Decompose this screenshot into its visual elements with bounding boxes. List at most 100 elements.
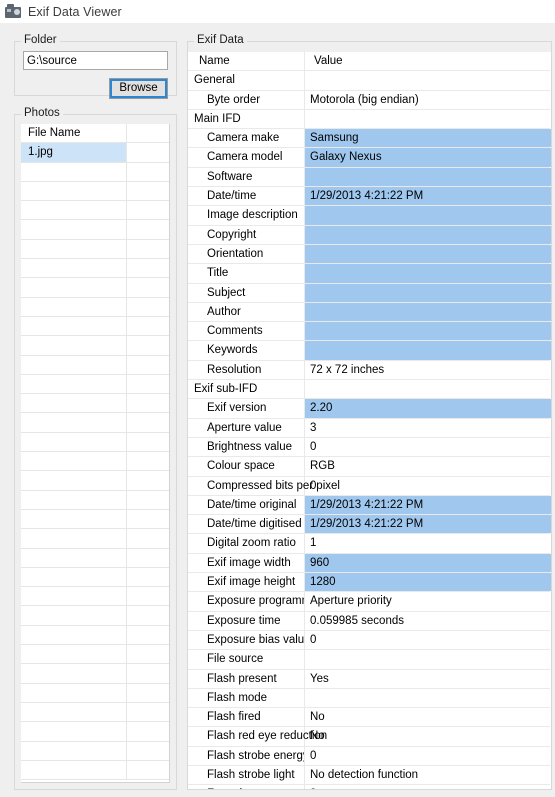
exif-row-name: Comments (188, 322, 305, 341)
photos-empty-row[interactable] (21, 529, 169, 549)
photos-empty-row[interactable] (21, 220, 169, 240)
exif-group-row[interactable]: General (188, 71, 551, 91)
photos-list-item[interactable]: 1.jpg (21, 143, 169, 163)
exif-data-row[interactable]: F number3 (188, 785, 551, 789)
photos-empty-row[interactable] (21, 452, 169, 472)
exif-data-row[interactable]: Keywords (188, 341, 551, 361)
exif-data-row[interactable]: Resolution 72 x 72 inches (188, 360, 551, 381)
photos-empty-row[interactable] (21, 297, 169, 317)
photos-empty-row[interactable] (21, 567, 169, 588)
exif-row-name: Flash strobe light (188, 765, 305, 785)
exif-data-row[interactable]: Exposure time 0.059985 seconds (188, 611, 551, 631)
photos-file-list[interactable]: File Name 1.jpg (21, 124, 170, 783)
exif-data-row[interactable]: Exposure bias value 0 (188, 630, 551, 651)
exif-data-row[interactable]: Title (188, 264, 551, 284)
exif-data-row[interactable]: Exif image height 1280 (188, 573, 551, 593)
photos-name-cell: File Name (21, 124, 127, 143)
photos-group-label: Photos (21, 107, 63, 119)
exif-data-row[interactable]: Brightness value 0 (188, 437, 551, 458)
exif-row-name: Resolution (188, 360, 305, 380)
exif-row-value: 72 x 72 inches (310, 363, 385, 376)
photos-empty-row[interactable] (21, 278, 169, 298)
photos-empty-row[interactable] (21, 760, 169, 781)
photos-empty-row[interactable] (21, 471, 169, 491)
photos-empty-row[interactable] (21, 509, 169, 530)
exif-data-row[interactable]: Flash strobe energy 0 (188, 746, 551, 766)
photos-empty-row[interactable] (21, 336, 169, 356)
exif-data-row[interactable]: Image description (188, 206, 551, 226)
exif-group-row[interactable]: Exif sub-IFD (188, 380, 551, 400)
photos-empty-row[interactable] (21, 413, 169, 433)
photos-name-cell (21, 413, 127, 432)
exif-data-row[interactable]: Byte order Motorola (big endian) (188, 90, 551, 110)
photos-empty-row[interactable] (21, 722, 169, 742)
photos-empty-row[interactable] (21, 606, 169, 626)
photos-empty-row[interactable] (21, 664, 169, 684)
photos-empty-row[interactable] (21, 625, 169, 646)
exif-row-value: 0 (310, 440, 317, 453)
exif-data-row[interactable]: File source (188, 650, 551, 670)
photos-name-cell (21, 567, 127, 587)
exif-data-row[interactable]: Digital zoom ratio 1 (188, 534, 551, 554)
photos-empty-row[interactable] (21, 181, 169, 202)
photos-empty-row[interactable] (21, 490, 169, 510)
exif-row-value: 2.20 (305, 399, 551, 418)
browse-button[interactable]: Browse (109, 78, 168, 99)
exif-data-row[interactable]: Camera make Samsung (188, 129, 551, 149)
exif-data-row[interactable]: Exif image width 960 (188, 553, 551, 574)
photos-empty-row[interactable] (21, 162, 169, 182)
exif-data-row[interactable]: Exposure programme Aperture priority (188, 592, 551, 612)
exif-data-row[interactable]: Copyright (188, 225, 551, 245)
photos-name-cell (21, 452, 127, 471)
photos-spare-cell (127, 433, 169, 451)
exif-data-row[interactable]: Flash present Yes (188, 669, 551, 689)
photos-empty-row[interactable] (21, 702, 169, 723)
exif-data-row[interactable]: Exif version 2.20 (188, 399, 551, 419)
exif-data-row[interactable]: Author (188, 302, 551, 323)
exif-data-row[interactable]: Orientation (188, 244, 551, 265)
exif-data-row[interactable]: Flash fired No (188, 708, 551, 728)
photos-name-cell: 1.jpg (21, 143, 127, 162)
photos-empty-row[interactable] (21, 239, 169, 260)
exif-data-row[interactable]: Flash mode (188, 688, 551, 709)
photos-empty-row[interactable] (21, 645, 169, 665)
photos-spare-cell (127, 124, 169, 142)
exif-data-row[interactable]: Software (188, 167, 551, 188)
photos-empty-row[interactable] (21, 548, 169, 568)
photos-empty-row[interactable] (21, 683, 169, 703)
photos-empty-row[interactable] (21, 355, 169, 375)
photos-name-cell (21, 374, 127, 394)
photos-empty-row[interactable] (21, 374, 169, 395)
exif-data-row[interactable]: Camera model Galaxy Nexus (188, 148, 551, 168)
photos-empty-row[interactable] (21, 394, 169, 414)
photos-spare-cell (127, 645, 169, 663)
exif-data-row[interactable]: Date/time original 1/29/2013 4:21:22 PM (188, 495, 551, 516)
photos-empty-row[interactable] (21, 432, 169, 453)
exif-row-value: 1 (310, 537, 317, 550)
folder-path-input[interactable] (23, 51, 168, 70)
photos-name-cell (21, 664, 127, 683)
exif-row-value (305, 264, 551, 283)
exif-header-row[interactable]: Name Value (188, 52, 551, 72)
exif-data-row[interactable]: Compressed bits per pixel 0 (188, 476, 551, 496)
exif-data-grid[interactable]: Name Value General Byte order Motorola (big … (188, 52, 551, 789)
photos-empty-row[interactable] (21, 259, 169, 279)
photos-empty-row[interactable] (21, 741, 169, 761)
exif-data-row[interactable]: Flash strobe light No detection function (188, 765, 551, 786)
exif-data-row[interactable]: Date/time digitised 1/29/2013 4:21:22 PM (188, 515, 551, 535)
exif-data-row[interactable]: Date/time 1/29/2013 4:21:22 PM (188, 187, 551, 207)
photos-name-cell (21, 625, 127, 645)
exif-group-row[interactable]: Main IFD (188, 109, 551, 130)
photos-empty-row[interactable] (21, 316, 169, 337)
photos-name-cell (21, 201, 127, 220)
photos-empty-row[interactable] (21, 587, 169, 607)
exif-data-row[interactable]: Flash red eye reduction No (188, 727, 551, 747)
photos-empty-row[interactable] (21, 201, 169, 221)
exif-data-row[interactable]: Colour space RGB (188, 457, 551, 477)
exif-data-row[interactable]: Aperture value 3 (188, 418, 551, 438)
exif-data-row[interactable]: Comments (188, 322, 551, 342)
exif-row-value (305, 167, 551, 187)
photos-column-header[interactable]: File Name (21, 124, 169, 144)
exif-row-name: Date/time original (188, 495, 305, 515)
exif-data-row[interactable]: Subject (188, 283, 551, 303)
